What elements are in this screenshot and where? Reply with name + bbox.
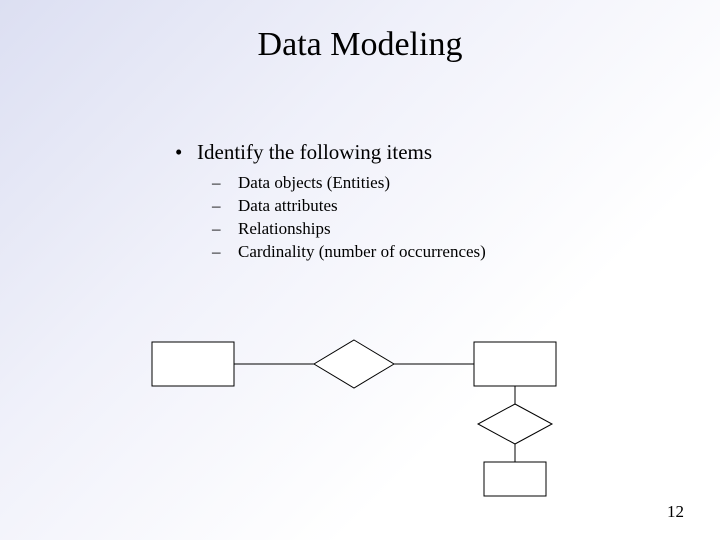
er-diagram — [0, 0, 720, 540]
entity-box-right — [474, 342, 556, 386]
entity-box-left — [152, 342, 234, 386]
page-number: 12 — [667, 502, 684, 522]
relationship-diamond-upper — [314, 340, 394, 388]
entity-box-bottom — [484, 462, 546, 496]
relationship-diamond-lower — [478, 404, 552, 444]
